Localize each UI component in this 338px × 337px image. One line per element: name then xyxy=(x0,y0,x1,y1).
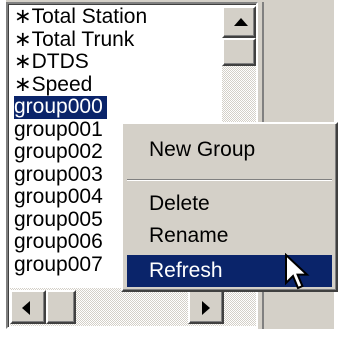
arrow-right-icon xyxy=(202,301,210,315)
list-item-speed[interactable]: ∗Speed xyxy=(12,73,212,97)
outer-margin xyxy=(0,329,338,337)
menu-separator xyxy=(127,179,332,181)
scroll-left-button[interactable] xyxy=(10,290,46,324)
menu-item-rename[interactable]: Rename xyxy=(127,220,332,252)
arrow-up-icon xyxy=(234,18,248,26)
mouse-pointer-icon xyxy=(285,253,310,290)
scroll-up-button[interactable] xyxy=(222,6,256,38)
menu-item-delete[interactable]: Delete xyxy=(127,188,332,220)
menu-item-new-group[interactable]: New Group xyxy=(127,134,332,166)
list-item-dtds[interactable]: ∗DTDS xyxy=(12,51,212,74)
list-item-group000[interactable]: group000 xyxy=(14,96,107,119)
vertical-scroll-thumb[interactable] xyxy=(222,38,256,66)
list-item-group000-row[interactable]: group000 xyxy=(12,96,212,119)
list-item-total-station[interactable]: ∗Total Station xyxy=(12,6,212,29)
scroll-right-button[interactable] xyxy=(188,290,224,324)
list-item-total-trunk[interactable]: ∗Total Trunk xyxy=(12,28,212,52)
window-area: ∗Total Station ∗Total Trunk ∗DTDS ∗Speed… xyxy=(0,0,338,337)
horizontal-scroll-thumb[interactable] xyxy=(46,290,76,324)
arrow-left-icon xyxy=(22,301,30,315)
horizontal-scrollbar[interactable] xyxy=(10,288,256,326)
